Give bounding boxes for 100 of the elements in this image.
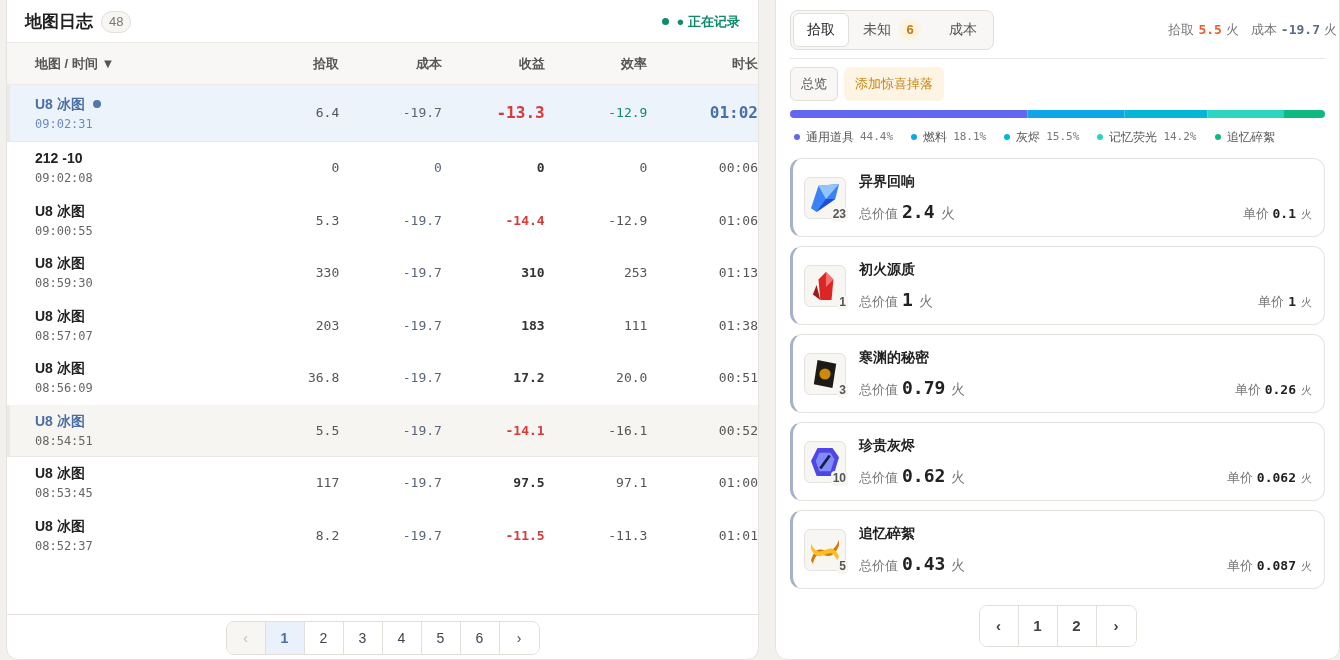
item-card[interactable]: 3 寒渊的秘密 总价值 0.79 火 单价 0.26 火 [790, 334, 1325, 413]
time-text: 08:56:09 [35, 380, 94, 398]
unit-label: 火 [951, 379, 966, 399]
unit-price-label: 单价 [1242, 204, 1269, 223]
table-cell-text: 01:02 [708, 102, 758, 124]
time-text: 08:59:30 [35, 275, 94, 293]
item-card[interactable]: 5 追忆碎絮 总价值 0.43 火 单价 0.087 火 [790, 510, 1325, 589]
table-cell-text: 20.0 [615, 369, 648, 387]
total-value: 1 [902, 287, 913, 312]
column-header[interactable]: 拾取 [260, 53, 340, 74]
time-text: 08:52:37 [35, 537, 94, 555]
legend-percent: 14.2% [1163, 128, 1197, 145]
table-cell-text: -19.7 [401, 316, 442, 335]
item-name: 初火源质 [859, 259, 916, 279]
table-cell-text: -12.9 [607, 211, 648, 230]
unit-label: 火 [1301, 382, 1312, 398]
item-card[interactable]: 23 异界回响 总价值 2.4 火 单价 0.1 火 [790, 158, 1325, 237]
table-cell-text: 36.8 [306, 369, 340, 387]
map-name: U8 冰图 [35, 411, 85, 431]
total-value: 0.62 [902, 463, 946, 488]
table-cell-text: 253 [622, 264, 648, 282]
table-cell-text: 00:06 [717, 159, 758, 177]
item-card[interactable]: 1 初火源质 总价值 1 火 单价 1 火 [790, 246, 1325, 325]
column-header[interactable]: 成本 [339, 53, 442, 74]
table-cell-text: 01:06 [717, 211, 758, 230]
table-cell-text: -19.7 [401, 264, 442, 282]
panel-title: 地图日志 [25, 10, 93, 33]
column-header[interactable]: 时长 [647, 53, 758, 74]
total-value: 0.43 [902, 551, 946, 576]
table-cell-text: 01:13 [717, 264, 758, 282]
tab[interactable]: 成本 [935, 12, 991, 47]
unit-label: 火 [951, 555, 966, 575]
total-value: 0.79 [902, 375, 946, 400]
total-value: 2.4 [902, 199, 935, 224]
time-text: 08:53:45 [35, 485, 94, 503]
table-cell-text: 00:51 [717, 369, 758, 387]
unit-price: 0.087 [1256, 556, 1296, 575]
unit-label: 火 [951, 467, 966, 487]
summary-value: 5.5 [1198, 20, 1222, 39]
unit-label: 火 [1301, 470, 1312, 486]
table-cell-text: 117 [314, 474, 340, 492]
item-count: 10 [830, 470, 848, 486]
map-name: U8 冰图 [35, 306, 85, 326]
unit-price: 0.062 [1256, 468, 1296, 487]
map-name: U8 冰图 [35, 516, 85, 536]
table-cell-text: -14.1 [504, 421, 545, 440]
table-cell-text: 0 [330, 159, 340, 177]
filter-button[interactable]: 总览 [790, 67, 838, 101]
table-row[interactable]: U8 冰图 08:54:51 5.5 -19.7 -14.1 -16.1 00:52 [7, 404, 758, 457]
table-cell-text: -19.7 [401, 526, 442, 545]
total-label: 总价值 [859, 468, 898, 487]
table-cell-text: 0 [535, 159, 545, 177]
item-name: 寒渊的秘密 [859, 347, 930, 367]
table-cell-text: 01:00 [717, 474, 758, 492]
table-cell-text: -13.3 [495, 102, 545, 124]
table-cell-text: 310 [520, 264, 545, 282]
item-count: 1 [837, 294, 848, 310]
column-header[interactable]: 收益 [441, 53, 545, 74]
page-button[interactable]: 1 [265, 622, 305, 654]
item-card[interactable]: 10 珍贵灰烬 总价值 0.62 火 单价 0.062 火 [790, 422, 1325, 501]
item-count: 3 [837, 382, 848, 398]
table-cell-text: 330 [314, 264, 340, 282]
map-name: 212 -10 [35, 149, 83, 169]
table-cell-text: -19.7 [401, 104, 442, 123]
table-row[interactable]: U8 冰图 09:02:31 6.4 -19.7 -13.3 -12.9 01:02 [7, 85, 758, 142]
table-cell-text: -11.5 [504, 526, 545, 545]
unit-price-label: 单价 [1258, 292, 1285, 311]
table-cell-text: 0 [638, 159, 648, 177]
tab[interactable]: 拾取 [793, 12, 849, 47]
unit-label: 火 [1324, 20, 1337, 39]
unit-price-label: 单价 [1226, 468, 1253, 487]
column-header[interactable]: 地图 / 时间 ▼ [35, 53, 261, 74]
table-cell-text: 97.5 [512, 474, 545, 492]
unit-price: 0.1 [1272, 204, 1296, 223]
unit-price-label: 单价 [1234, 380, 1261, 399]
unit-price: 1 [1288, 292, 1296, 311]
unit-label: 火 [1301, 294, 1312, 310]
legend-percent: 44.4% [860, 128, 894, 145]
table-cell-text: -14.4 [504, 211, 545, 230]
table-cell-text: 203 [314, 316, 340, 335]
item-name: 追忆碎絮 [859, 523, 916, 543]
column-header[interactable]: 效率 [544, 53, 648, 74]
unit-label: 火 [1301, 206, 1312, 222]
table-cell-text: 01:38 [717, 316, 758, 335]
total-label: 总价值 [859, 380, 898, 399]
table-cell-text: -19.7 [401, 474, 442, 492]
legend-percent: 15.5% [1046, 128, 1080, 145]
page-button[interactable]: ‹ [979, 606, 1019, 646]
tab[interactable]: 未知 6 [849, 12, 935, 47]
table-cell-text: -12.9 [607, 104, 648, 123]
unit-price-label: 单价 [1226, 556, 1253, 575]
count-badge: 6 [899, 18, 921, 41]
map-name: U8 冰图 [35, 359, 85, 379]
map-name: U8 冰图 [35, 94, 85, 114]
time-text: 09:00:55 [35, 222, 94, 240]
unit-label: 火 [940, 203, 955, 223]
table-cell-text: 111 [622, 316, 648, 335]
legend-label: 燃料 [923, 129, 948, 146]
time-text: 09:02:08 [35, 170, 94, 188]
item-count: 5 [837, 558, 848, 574]
